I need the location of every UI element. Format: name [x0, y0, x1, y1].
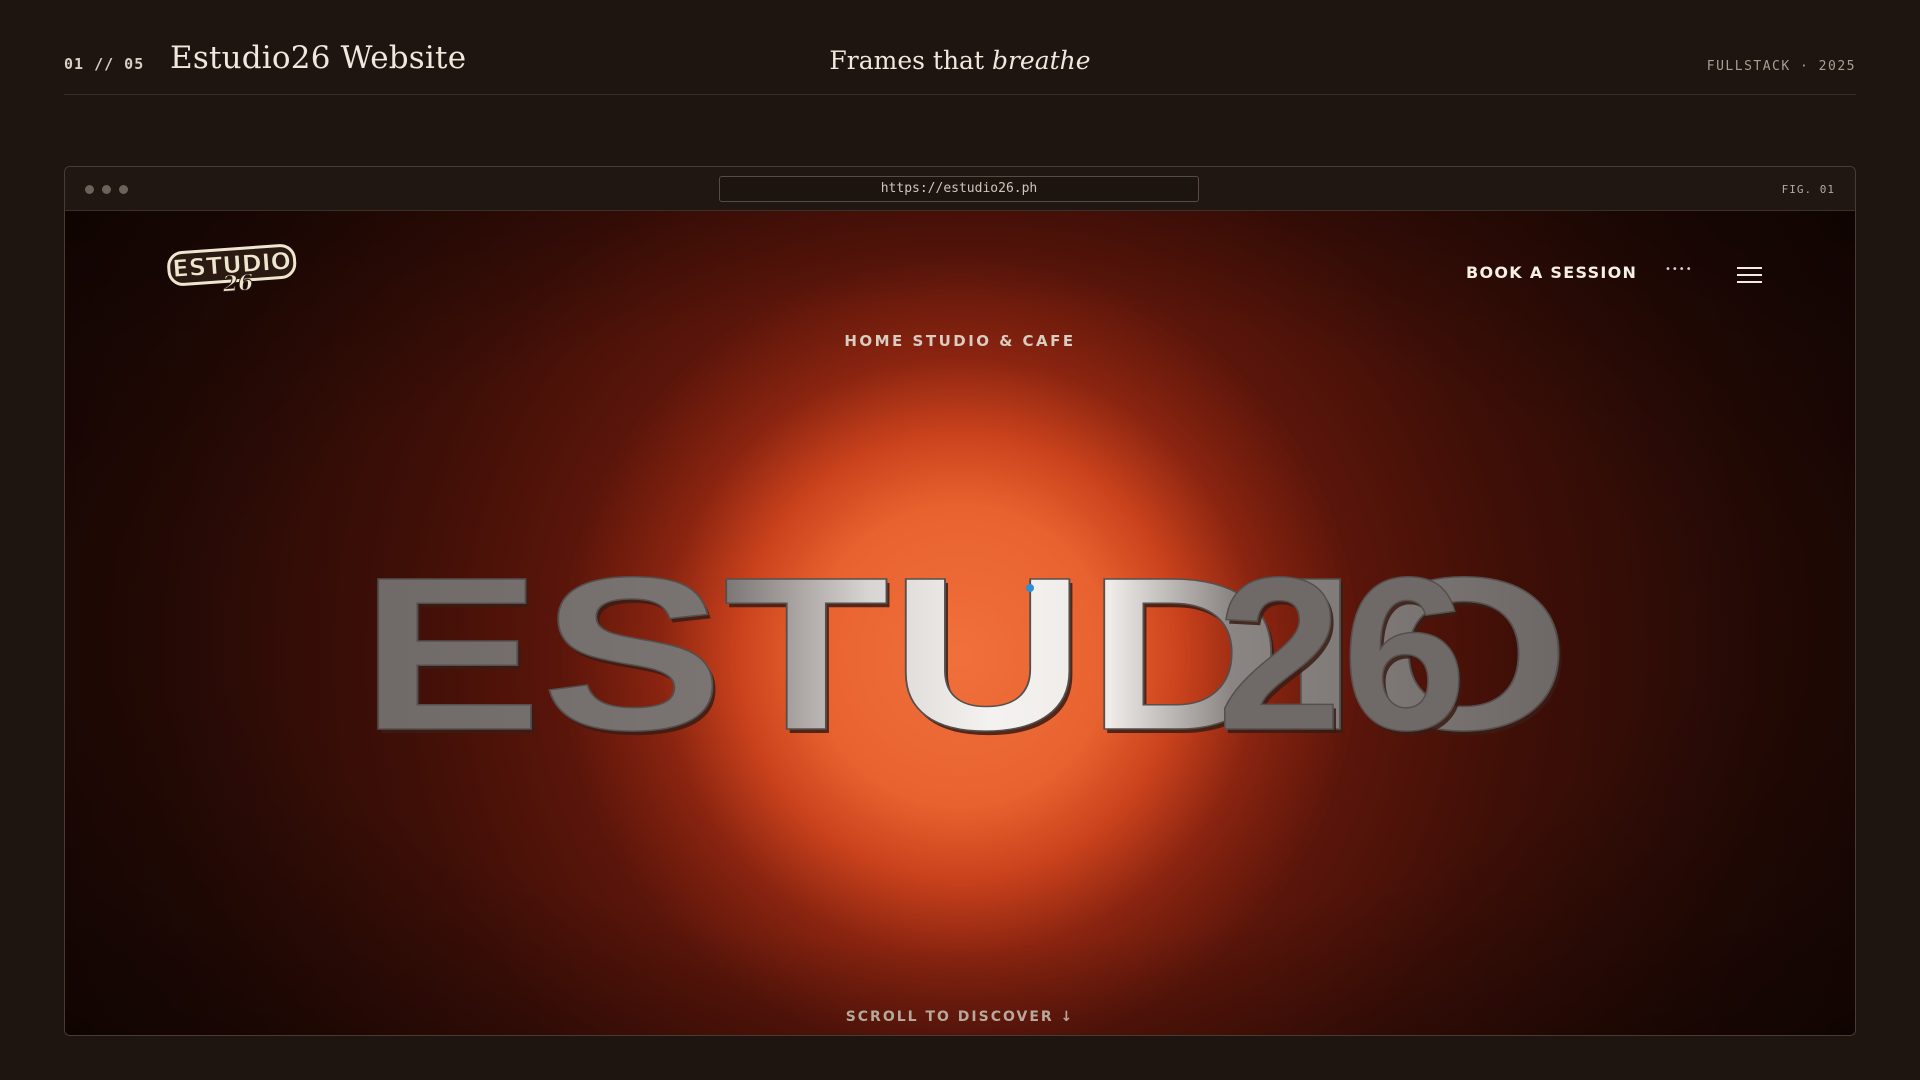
scroll-to-discover[interactable]: SCROLL TO DISCOVER ↓ [65, 1009, 1855, 1025]
hero-eyebrow: HOME STUDIO & CAFE [844, 332, 1076, 350]
tagline: Frames that breathe [64, 46, 1856, 75]
project-meta: FULLSTACK · 2025 [1706, 59, 1856, 74]
logo-script-number: 26 [221, 270, 254, 297]
browser-toolbar: https://estudio26.ph FIG. 01 [65, 167, 1855, 211]
tagline-emphasis: breathe [991, 46, 1091, 75]
hamburger-menu-icon[interactable] [1737, 267, 1762, 284]
book-session-link[interactable]: BOOK A SESSION [1466, 263, 1637, 282]
website-viewport: ESTUDIO 26 BOOK A SESSION •••• HOME STUD… [65, 211, 1855, 1035]
browser-frame: https://estudio26.ph FIG. 01 ESTUDIO 26 … [64, 166, 1856, 1036]
figure-label: FIG. 01 [1781, 183, 1835, 196]
cursor-indicator [1026, 584, 1034, 592]
hero-number: 26 26 [1216, 551, 1470, 751]
window-dot-close[interactable] [85, 185, 94, 194]
more-dots-icon[interactable]: •••• [1665, 264, 1693, 275]
portfolio-header: 01 // 05 Estudio26 Website Frames that b… [64, 0, 1856, 95]
estudio26-logo[interactable]: ESTUDIO 26 [165, 239, 300, 297]
window-dot-minimize[interactable] [102, 185, 111, 194]
tagline-text: Frames that [829, 46, 984, 75]
hero-number-text: 26 [1217, 551, 1467, 751]
window-dot-maximize[interactable] [119, 185, 128, 194]
address-bar[interactable]: https://estudio26.ph [719, 176, 1199, 202]
